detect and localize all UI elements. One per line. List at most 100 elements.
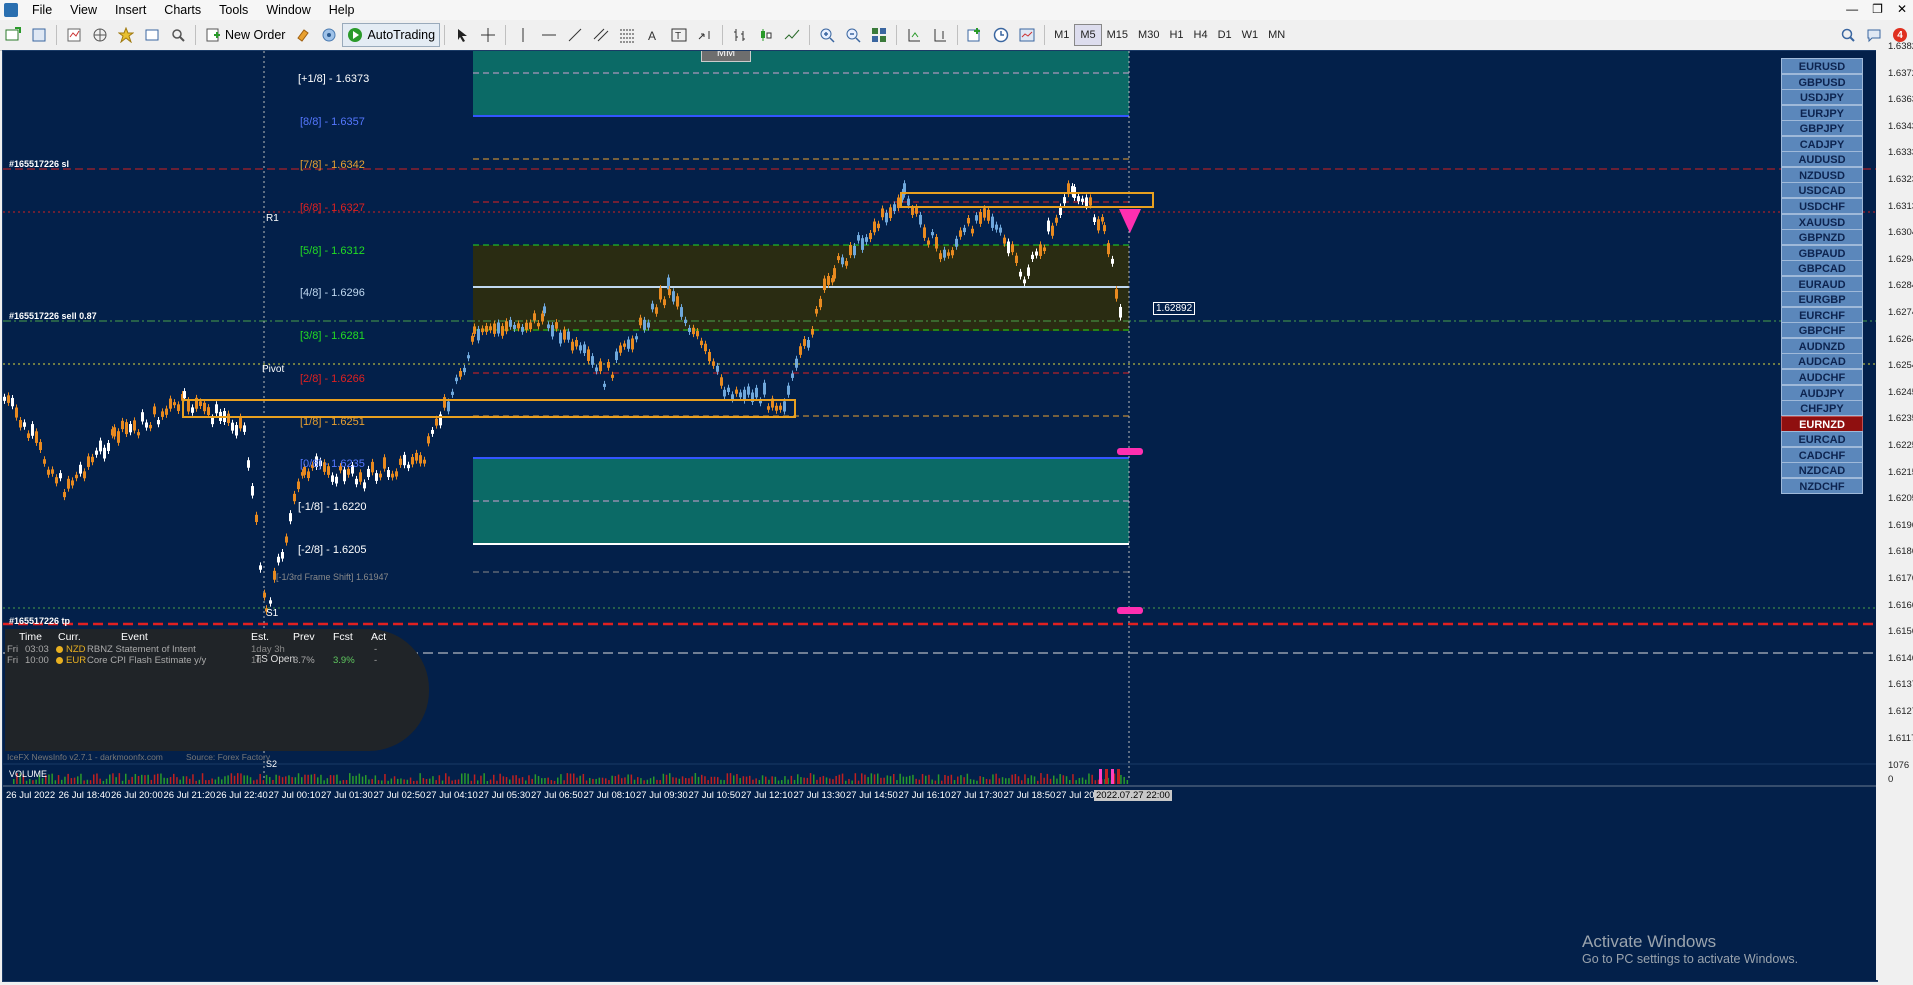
volume-label: VOLUME <box>9 769 48 779</box>
pair-button-nzdchf[interactable]: NZDCHF <box>1781 477 1863 494</box>
chart-shift-icon[interactable] <box>929 24 951 46</box>
menu-insert[interactable]: Insert <box>107 3 156 17</box>
auto-scroll-icon[interactable] <box>903 24 925 46</box>
chat-icon[interactable] <box>1863 24 1885 46</box>
templates-icon[interactable] <box>1016 24 1038 46</box>
timeframe-m15[interactable]: M15 <box>1102 25 1133 45</box>
line-chart-icon[interactable] <box>781 24 803 46</box>
equidistant-channel-icon[interactable] <box>590 24 612 46</box>
pair-button-nzdcad[interactable]: NZDCAD <box>1781 462 1863 479</box>
pair-button-eurcad[interactable]: EURCAD <box>1781 431 1863 448</box>
pair-button-cadjpy[interactable]: CADJPY <box>1781 135 1863 152</box>
zoom-out-icon[interactable] <box>842 24 864 46</box>
pair-button-usdchf[interactable]: USDCHF <box>1781 197 1863 214</box>
pair-button-xauusd[interactable]: XAUUSD <box>1781 213 1863 230</box>
indicators-icon[interactable] <box>964 24 986 46</box>
separator <box>1044 25 1046 45</box>
pair-button-gbpnzd[interactable]: GBPNZD <box>1781 229 1863 246</box>
signals-icon[interactable] <box>318 24 340 46</box>
pair-button-audchf[interactable]: AUDCHF <box>1781 369 1863 385</box>
tile-windows-icon[interactable] <box>868 24 890 46</box>
autotrading-button[interactable]: AutoTrading <box>342 23 441 47</box>
menu-charts[interactable]: Charts <box>156 3 211 17</box>
time-tick: 26 Jul 22:40 <box>216 790 268 801</box>
menu-help[interactable]: Help <box>321 3 365 17</box>
pair-button-audcad[interactable]: AUDCAD <box>1781 353 1863 370</box>
pair-button-euraud[interactable]: EURAUD <box>1781 275 1863 292</box>
cursor-icon[interactable] <box>451 24 473 46</box>
timeframe-m5[interactable]: M5 <box>1074 24 1102 46</box>
pair-button-audjpy[interactable]: AUDJPY <box>1781 384 1863 401</box>
search-icon[interactable] <box>1837 24 1859 46</box>
pair-button-gbpusd[interactable]: GBPUSD <box>1781 73 1863 90</box>
pair-button-chfjpy[interactable]: CHFJPY <box>1781 400 1863 417</box>
pair-button-eurjpy[interactable]: EURJPY <box>1781 104 1863 121</box>
menu-tools[interactable]: Tools <box>211 3 258 17</box>
crosshair-icon[interactable] <box>477 24 499 46</box>
profiles-icon[interactable] <box>28 24 50 46</box>
text-label-icon[interactable]: T <box>668 24 690 46</box>
menu-window[interactable]: Window <box>258 3 320 17</box>
new-order-button[interactable]: New Order <box>200 23 290 47</box>
candle <box>103 447 106 459</box>
bar-chart-icon[interactable] <box>729 24 751 46</box>
timeframe-w1[interactable]: W1 <box>1237 25 1264 45</box>
pair-button-usdjpy[interactable]: USDJPY <box>1781 89 1863 106</box>
pair-button-gbpchf[interactable]: GBPCHF <box>1781 322 1863 339</box>
timeframe-m30[interactable]: M30 <box>1133 25 1164 45</box>
candle <box>427 436 430 444</box>
sell-label: #165517226 sell 0.87 <box>9 311 97 321</box>
restore-icon[interactable]: ❐ <box>1872 2 1883 16</box>
timeframe-h4[interactable]: H4 <box>1189 25 1213 45</box>
trendline-icon[interactable] <box>564 24 586 46</box>
pair-button-gbpaud[interactable]: GBPAUD <box>1781 244 1863 261</box>
mm-button[interactable]: MM <box>701 51 751 62</box>
menu-file[interactable]: File <box>24 3 62 17</box>
close-icon[interactable]: ✕ <box>1897 2 1907 16</box>
timeframe-d1[interactable]: D1 <box>1213 25 1237 45</box>
candle <box>807 339 810 348</box>
periods-icon[interactable] <box>990 24 1012 46</box>
data-window-icon[interactable] <box>89 24 111 46</box>
candle <box>71 480 74 486</box>
strategy-tester-icon[interactable] <box>167 24 189 46</box>
candlesticks-icon[interactable] <box>755 24 777 46</box>
new-chart-icon[interactable] <box>2 24 24 46</box>
pair-button-audnzd[interactable]: AUDNZD <box>1781 337 1863 354</box>
pair-button-eurnzd[interactable]: EURNZD <box>1781 415 1863 432</box>
candle <box>631 338 634 350</box>
pair-button-cadchf[interactable]: CADCHF <box>1781 446 1863 463</box>
candle <box>857 235 860 241</box>
volume-bar <box>669 773 671 784</box>
pair-button-gbpcad[interactable]: GBPCAD <box>1781 260 1863 277</box>
pair-button-audusd[interactable]: AUDUSD <box>1781 151 1863 168</box>
time-tick: 27 Jul 17:30 <box>951 790 1003 801</box>
timeframe-h1[interactable]: H1 <box>1164 25 1188 45</box>
navigator-icon[interactable] <box>115 24 137 46</box>
zoom-in-icon[interactable] <box>816 24 838 46</box>
horizontal-line-icon[interactable] <box>538 24 560 46</box>
timeframe-m1[interactable]: M1 <box>1049 25 1074 45</box>
pair-button-eurgbp[interactable]: EURGBP <box>1781 291 1863 308</box>
pair-button-eurchf[interactable]: EURCHF <box>1781 306 1863 323</box>
market-watch-icon[interactable] <box>63 24 85 46</box>
candle <box>133 420 136 431</box>
pair-button-gbpjpy[interactable]: GBPJPY <box>1781 120 1863 137</box>
fibonacci-icon[interactable] <box>616 24 638 46</box>
minimize-icon[interactable]: — <box>1846 2 1858 16</box>
menu-view[interactable]: View <box>62 3 107 17</box>
text-icon[interactable]: A <box>642 24 664 46</box>
candle <box>865 237 868 242</box>
price-chart[interactable]: MM [+1/8] - 1.6373 [8/8] - 1.6357 [7/8] … <box>2 50 1878 982</box>
vertical-line-icon[interactable] <box>512 24 534 46</box>
timeframe-mn[interactable]: MN <box>1263 25 1290 45</box>
terminal-icon[interactable] <box>141 24 163 46</box>
pair-button-eurusd[interactable]: EURUSD <box>1781 58 1863 74</box>
metaeditor-icon[interactable] <box>292 24 314 46</box>
volume-bar <box>381 780 383 784</box>
pair-button-nzdusd[interactable]: NZDUSD <box>1781 166 1863 183</box>
pair-button-usdcad[interactable]: USDCAD <box>1781 182 1863 199</box>
arrows-icon[interactable] <box>694 24 716 46</box>
volume-bar <box>502 776 505 784</box>
volume-bar <box>809 773 812 784</box>
